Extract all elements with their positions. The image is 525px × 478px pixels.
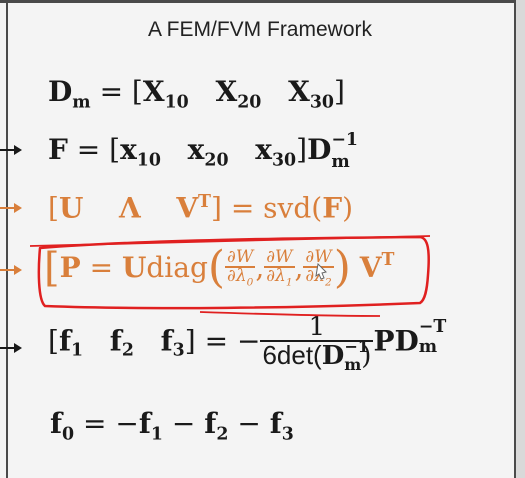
eq5-d: D — [394, 324, 419, 358]
slide-title: A FEM/FVM Framework — [147, 18, 373, 41]
eq3-rhs: = svd( — [230, 191, 323, 225]
eq6-minus-1: − — [163, 407, 205, 440]
eq4-v-sup: T — [381, 250, 395, 271]
eq5-open: [ — [48, 324, 59, 358]
eq5-close: ] — [184, 324, 196, 358]
eq5-f3: f — [160, 324, 173, 358]
eq6-f2: f — [204, 407, 217, 440]
eq1-lhs: D — [48, 75, 73, 108]
eq5-den-d: D — [321, 341, 345, 371]
eq2-x1-sub: 10 — [136, 150, 161, 171]
eq5-fraction: 1 6det(D −1 m) — [260, 314, 374, 373]
eq6-f1: f — [138, 407, 151, 440]
eq5-den-d-sub: m — [344, 355, 362, 374]
eq6-f1-sub: 1 — [150, 424, 164, 445]
eq2-d: D — [307, 133, 332, 166]
arrow-bullet-2 — [0, 203, 22, 213]
arrow-bullet-3 — [0, 265, 22, 275]
eq6-f3: f — [269, 407, 282, 440]
eq4-partial-1-sub: 1 — [285, 275, 293, 288]
eq5-f3-sub: 3 — [172, 340, 185, 361]
eq6-minus-2: − — [228, 407, 270, 440]
eq5-den-d-sup: −1 — [344, 337, 369, 356]
eq4-diag: diag — [146, 251, 208, 284]
eq5-d-sub: m — [418, 336, 438, 357]
eq2-x2: x — [187, 133, 205, 166]
eq6-equals: = − — [83, 407, 139, 440]
eq6-f2-sub: 2 — [216, 424, 229, 445]
eq2-d-sup: −1 — [331, 130, 358, 150]
eq3-v: V — [176, 191, 199, 225]
eq2-x2-sub: 20 — [204, 150, 229, 171]
eq4-partial-1-den: ∂λ — [266, 265, 286, 286]
eq5-f1: f — [58, 324, 71, 358]
eq5-f2-sub: 2 — [121, 340, 134, 361]
eq4-comma-1: , — [255, 251, 265, 284]
eq2-lhs: F — [48, 133, 68, 166]
eq2-d-sub: m — [331, 152, 350, 172]
eq3-open: [ — [48, 191, 59, 225]
equation-f0: f0 = −f1 − f2 − f3 — [50, 410, 294, 444]
eq6-f3-sub: 3 — [281, 424, 294, 445]
eq3-lambda: Λ — [118, 191, 141, 225]
eq2-close: ] — [296, 133, 308, 166]
eq5-p: P — [373, 324, 395, 358]
frame-left-border — [6, 0, 8, 478]
eq5-f1-sub: 1 — [70, 340, 84, 361]
eq5-equals: = − — [204, 324, 261, 358]
eq6-f0-sub: 0 — [62, 424, 75, 445]
eq1-lhs-sub: m — [72, 92, 91, 113]
eq4-comma-2: , — [294, 251, 304, 284]
eq4-paren-right: ) — [333, 242, 351, 293]
arrow-bullet-1 — [0, 145, 22, 155]
eq5-den-det: 6det( — [262, 340, 322, 370]
frame-top-border — [0, 0, 525, 3]
eq4-equals: = — [89, 251, 122, 284]
eq4-partial-2: ∂W ∂λ2 — [303, 248, 334, 288]
eq1-x1-sub: 10 — [164, 92, 189, 113]
equation-forces: [f1 f2 f3] = −1 6det(D −1 m) PD −T m — [48, 314, 446, 373]
eq3-f: F — [322, 191, 343, 225]
eq3-rparen: ) — [342, 191, 354, 225]
eq1-x2: X — [215, 75, 238, 108]
eq1-x3-sub: 30 — [309, 92, 334, 113]
eq4-partial-0-den: ∂λ — [227, 265, 247, 286]
eq4-partial-0-sub: 0 — [246, 275, 254, 288]
eq4-partial-0: ∂W ∂λ0 — [225, 248, 256, 288]
eq4-bracket-left: [ — [44, 245, 60, 291]
eq4-p: P — [59, 251, 81, 284]
eq3-u: U — [58, 191, 84, 225]
eq1-x2-sub: 20 — [237, 92, 262, 113]
eq1-equals: = [ — [99, 75, 143, 108]
eq2-equals: = [ — [76, 133, 121, 166]
equation-f: F = [x10 x20 x30]D −1 m — [48, 131, 358, 172]
eq4-v: V — [359, 251, 382, 284]
frame-right-shadow — [516, 0, 525, 478]
eq1-x1: X — [142, 75, 165, 108]
eq4-paren-left: ( — [207, 242, 226, 293]
equation-p: [P = Udiag(∂W ∂λ0, ∂W ∂λ1, ∂W ∂λ2) VT — [44, 246, 394, 290]
eq2-x1: x — [120, 133, 137, 166]
equation-svd: [U Λ VT] = svd(F) — [48, 191, 354, 225]
eq3-close: ] — [210, 191, 222, 225]
eq5-d-sup: −T — [418, 316, 447, 337]
equation-dm: Dm = [X10 X20 X30] — [48, 78, 345, 112]
eq4-u: U — [121, 251, 147, 284]
eq6-f0: f — [50, 407, 63, 440]
eq4-partial-1: ∂W ∂λ1 — [264, 248, 295, 288]
eq1-x3: X — [288, 75, 310, 108]
eq5-f2: f — [109, 324, 122, 358]
eq1-close: ] — [333, 75, 345, 108]
eq2-x3-sub: 30 — [271, 150, 297, 171]
arrow-bullet-4 — [0, 343, 22, 353]
eq4-partial-2-sub: 2 — [325, 275, 332, 288]
eq5-denominator: 6det(D −1 m) — [260, 337, 373, 372]
eq2-x3: x — [255, 133, 272, 166]
eq3-v-sup: T — [198, 192, 211, 212]
annotation-underline — [29, 235, 431, 247]
eq4-partial-2-den: ∂λ — [305, 265, 325, 286]
slide: A FEM/FVM Framework Dm = [X10 X20 X30] F… — [0, 0, 525, 478]
